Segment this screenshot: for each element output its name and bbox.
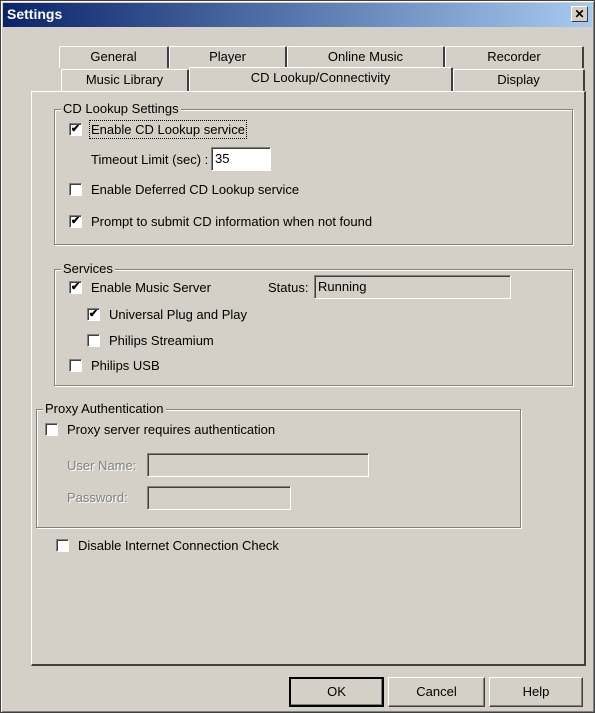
tab-label: Online Music	[327, 49, 404, 64]
ok-button[interactable]: OK	[289, 677, 384, 707]
tab-recorder[interactable]: Recorder	[445, 46, 584, 68]
philips-usb-row[interactable]: Philips USB	[69, 358, 160, 373]
tab-display[interactable]: Display	[453, 69, 585, 91]
tab-music-library[interactable]: Music Library	[61, 69, 189, 91]
philips-usb-checkbox[interactable]	[69, 359, 82, 372]
upnp-checkbox[interactable]: ✔	[87, 308, 100, 321]
streamium-label: Philips Streamium	[109, 333, 214, 348]
services-group: Services ✔ Enable Music Server Status: R…	[54, 261, 573, 386]
deferred-lookup-label: Enable Deferred CD Lookup service	[91, 182, 300, 197]
tab-label: Music Library	[85, 72, 164, 87]
deferred-lookup-row[interactable]: Enable Deferred CD Lookup service	[69, 182, 299, 197]
disable-check-label: Disable Internet Connection Check	[78, 538, 279, 553]
window-title: Settings	[7, 6, 63, 22]
help-button[interactable]: Help	[489, 677, 583, 707]
tab-label: CD Lookup/Connectivity	[250, 70, 391, 85]
close-icon[interactable]: ✕	[571, 6, 588, 22]
tab-player[interactable]: Player	[169, 46, 287, 68]
streamium-row[interactable]: Philips Streamium	[87, 333, 214, 348]
enable-cd-lookup-label: Enable CD Lookup service	[89, 120, 247, 139]
tab-online-music[interactable]: Online Music	[287, 46, 445, 68]
password-label: Password:	[67, 490, 128, 505]
proxy-auth-label: Proxy server requires authentication	[67, 422, 276, 437]
streamium-checkbox[interactable]	[87, 334, 100, 347]
settings-dialog: Settings ✕ General Player Online Music R…	[0, 0, 595, 713]
tab-general[interactable]: General	[59, 46, 169, 68]
status-field: Running	[314, 275, 511, 299]
proxy-legend: Proxy Authentication	[43, 401, 166, 416]
tab-label: General	[90, 49, 137, 64]
music-server-checkbox[interactable]: ✔	[69, 281, 82, 294]
proxy-auth-checkbox[interactable]	[45, 423, 58, 436]
timeout-label: Timeout Limit (sec) :	[91, 152, 209, 167]
disable-check-checkbox[interactable]	[56, 539, 69, 552]
cd-lookup-group: CD Lookup Settings ✔ Enable CD Lookup se…	[54, 101, 573, 245]
cancel-button[interactable]: Cancel	[388, 677, 485, 707]
tab-label: Display	[497, 72, 540, 87]
prompt-submit-checkbox[interactable]: ✔	[69, 215, 82, 228]
title-bar[interactable]: Settings ✕	[3, 3, 592, 27]
services-legend: Services	[61, 261, 115, 276]
deferred-lookup-checkbox[interactable]	[69, 183, 82, 196]
music-server-label: Enable Music Server	[91, 280, 211, 295]
timeout-input[interactable]: 35	[211, 147, 271, 171]
enable-cd-lookup-checkbox[interactable]: ✔	[69, 123, 82, 136]
tab-cd-lookup-connectivity[interactable]: CD Lookup/Connectivity	[189, 67, 453, 91]
password-input[interactable]	[147, 486, 291, 510]
enable-cd-lookup-row[interactable]: ✔ Enable CD Lookup service	[69, 120, 247, 139]
proxy-auth-row[interactable]: Proxy server requires authentication	[45, 422, 275, 437]
prompt-submit-label: Prompt to submit CD information when not…	[91, 214, 373, 229]
status-label: Status:	[268, 280, 309, 295]
tab-panel: CD Lookup Settings ✔ Enable CD Lookup se…	[31, 91, 586, 666]
music-server-row[interactable]: ✔ Enable Music Server	[69, 280, 211, 295]
prompt-submit-row[interactable]: ✔ Prompt to submit CD information when n…	[69, 214, 372, 229]
cd-lookup-legend: CD Lookup Settings	[61, 101, 181, 116]
tab-label: Player	[209, 49, 246, 64]
proxy-group: Proxy Authentication Proxy server requir…	[36, 401, 521, 528]
philips-usb-label: Philips USB	[91, 358, 160, 373]
username-input[interactable]	[147, 453, 369, 477]
upnp-label: Universal Plug and Play	[109, 307, 248, 322]
username-label: User Name:	[67, 458, 137, 473]
tab-label: Recorder	[487, 49, 541, 64]
upnp-row[interactable]: ✔ Universal Plug and Play	[87, 307, 247, 322]
disable-check-row[interactable]: Disable Internet Connection Check	[56, 538, 279, 553]
